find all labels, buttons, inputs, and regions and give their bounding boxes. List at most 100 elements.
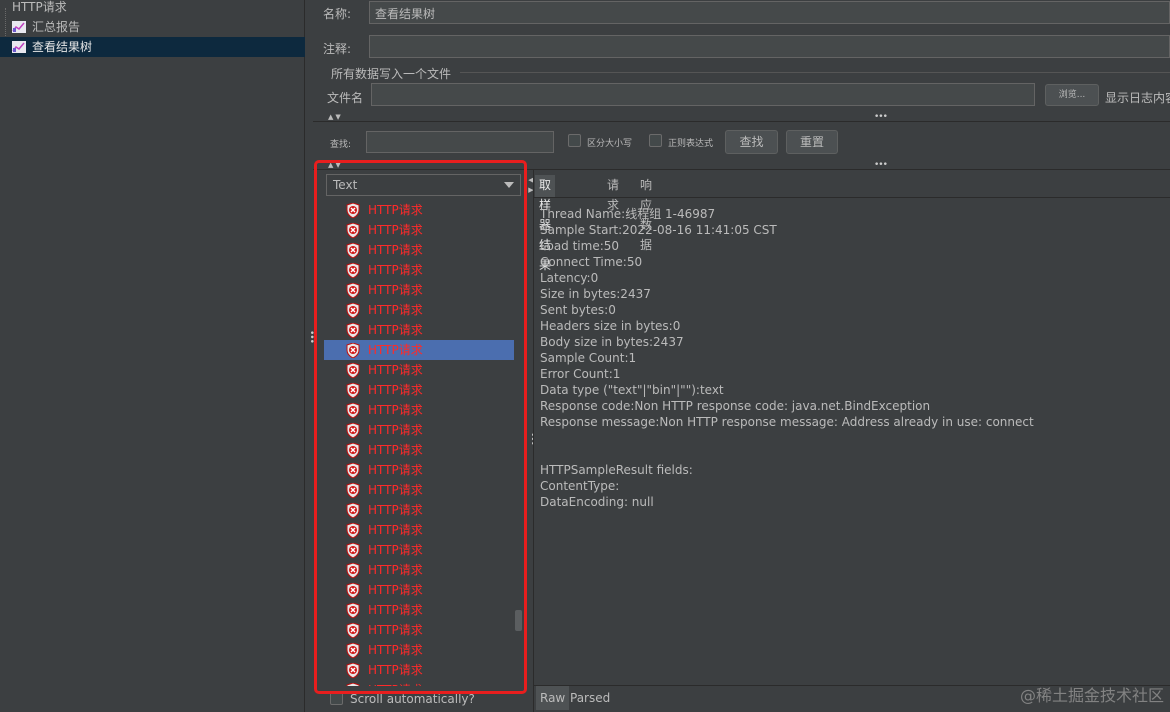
detail-line: Response message:Non HTTP response messa… <box>540 415 1034 429</box>
sample-result-label: HTTP请求 <box>368 363 423 377</box>
detail-line: Body size in bytes:2437 <box>540 335 684 349</box>
tab-request[interactable]: 请求 <box>603 175 623 212</box>
sample-result-item[interactable]: HTTP请求 <box>324 460 514 480</box>
sample-result-label: HTTP请求 <box>368 423 423 437</box>
error-shield-icon <box>346 623 360 638</box>
group-border <box>460 72 1170 73</box>
detail-line: HTTPSampleResult fields: <box>540 463 693 477</box>
detail-line: Data type ("text"|"bin"|""):text <box>540 383 724 397</box>
tab-raw[interactable]: Raw <box>536 686 570 710</box>
sample-result-label: HTTP请求 <box>368 483 423 497</box>
sample-result-item[interactable]: HTTP请求 <box>324 520 514 540</box>
sample-result-item[interactable]: HTTP请求 <box>324 420 514 440</box>
detail-line: Sent bytes:0 <box>540 303 616 317</box>
sample-result-label: HTTP请求 <box>368 223 423 237</box>
reset-button[interactable]: 重置 <box>786 130 838 154</box>
error-shield-icon <box>346 603 360 618</box>
error-shield-icon <box>346 263 360 278</box>
sample-result-label: HTTP请求 <box>368 303 423 317</box>
sample-result-item[interactable]: HTTP请求 <box>324 400 514 420</box>
sample-result-item[interactable]: HTTP请求 <box>324 640 514 660</box>
find-button[interactable]: 查找 <box>725 130 778 154</box>
collapse-arrows[interactable]: ▲▼ <box>328 113 343 121</box>
sample-result-item[interactable]: HTTP请求 <box>324 280 514 300</box>
sample-result-item[interactable]: HTTP请求 <box>324 440 514 460</box>
detail-line: Size in bytes:2437 <box>540 287 651 301</box>
sample-result-item[interactable]: HTTP请求 <box>324 680 514 686</box>
sampler-result-text: Thread Name:线程组 1-46987 Sample Start:2022… <box>540 206 1034 510</box>
sample-result-label: HTTP请求 <box>368 603 423 617</box>
detail-line: Response code:Non HTTP response code: ja… <box>540 399 931 413</box>
log-display-label: 显示日志内容 <box>1105 91 1170 105</box>
collapse-arrows[interactable]: ▲▼ <box>328 161 343 169</box>
sample-result-label: HTTP请求 <box>368 663 423 677</box>
sample-result-label: HTTP请求 <box>368 463 423 477</box>
tab-parsed[interactable]: Parsed <box>566 686 614 710</box>
chart-icon <box>12 41 26 53</box>
sample-result-label: HTTP请求 <box>368 543 423 557</box>
sample-result-item[interactable]: HTTP请求 <box>324 540 514 560</box>
browse-button[interactable]: 浏览... <box>1045 84 1099 106</box>
sample-result-label: HTTP请求 <box>368 203 423 217</box>
sample-result-label: HTTP请求 <box>368 643 423 657</box>
case-sensitive-label: 区分大小写 <box>587 139 633 149</box>
sample-result-label: HTTP请求 <box>368 383 423 397</box>
detail-line: Connect Time:50 <box>540 255 643 269</box>
error-shield-icon <box>346 383 360 398</box>
sample-result-item[interactable]: HTTP请求 <box>324 220 514 240</box>
sample-result-item[interactable]: HTTP请求 <box>324 600 514 620</box>
sample-result-list[interactable]: HTTP请求 HTTP请求 HTTP请求 HTTP请求 HTTP请求 HTTP请求 HTTP… <box>324 200 514 686</box>
error-shield-icon <box>346 543 360 558</box>
splitter-grip[interactable]: ••• <box>306 330 316 343</box>
sample-result-item[interactable]: HTTP请求 <box>324 340 514 360</box>
error-shield-icon <box>346 403 360 418</box>
tree-node-label: 查看结果树 <box>32 40 93 54</box>
sample-result-item[interactable]: HTTP请求 <box>324 300 514 320</box>
detail-line: Error Count:1 <box>540 367 621 381</box>
filename-label: 文件名 <box>327 91 364 105</box>
error-shield-icon <box>346 523 360 538</box>
sample-result-label: HTTP请求 <box>368 523 423 537</box>
error-shield-icon <box>346 303 360 318</box>
regex-checkbox[interactable] <box>649 134 662 147</box>
tab-response-data[interactable]: 响应数据 <box>636 175 656 252</box>
scroll-auto-checkbox[interactable] <box>330 692 343 705</box>
list-scrollbar-thumb[interactable] <box>515 610 522 631</box>
sample-result-item[interactable]: HTTP请求 <box>324 360 514 380</box>
name-field[interactable]: 查看结果树 <box>369 1 1170 24</box>
sample-result-item[interactable]: HTTP请求 <box>324 500 514 520</box>
detail-line: ContentType: <box>540 479 620 493</box>
divider <box>533 197 1170 198</box>
tree-node-summary-report[interactable]: 汇总报告 <box>12 17 80 37</box>
tree-node-view-results-tree[interactable]: 查看结果树 <box>0 37 305 57</box>
sample-result-item[interactable]: HTTP请求 <box>324 380 514 400</box>
search-input[interactable] <box>366 131 554 153</box>
sample-result-label: HTTP请求 <box>368 243 423 257</box>
watermark: @稀土掘金技术社区 <box>1019 686 1164 705</box>
sample-result-item[interactable]: HTTP请求 <box>324 560 514 580</box>
sample-result-item[interactable]: HTTP请求 <box>324 240 514 260</box>
sample-result-item[interactable]: HTTP请求 <box>324 320 514 340</box>
sample-result-item[interactable]: HTTP请求 <box>324 660 514 680</box>
sample-result-item[interactable]: HTTP请求 <box>324 200 514 220</box>
sample-result-item[interactable]: HTTP请求 <box>324 580 514 600</box>
sample-result-item[interactable]: HTTP请求 <box>324 480 514 500</box>
tree-node-http-request[interactable]: HTTP请求 <box>12 0 67 17</box>
detail-line: Thread Name:线程组 1-46987 <box>540 207 716 221</box>
renderer-select[interactable]: Text <box>326 174 521 196</box>
sample-result-item[interactable]: HTTP请求 <box>324 620 514 640</box>
tab-sampler-result[interactable]: 取样器结果 <box>535 175 556 272</box>
error-shield-icon <box>346 503 360 518</box>
name-label: 名称: <box>323 7 352 21</box>
detail-line: Sample Count:1 <box>540 351 637 365</box>
search-label: 查找: <box>330 140 352 150</box>
detail-line: Sample Start:2022-08-16 11:41:05 CST <box>540 223 777 237</box>
sample-result-item[interactable]: HTTP请求 <box>324 260 514 280</box>
error-shield-icon <box>346 463 360 478</box>
sample-result-label: HTTP请求 <box>368 323 423 337</box>
detail-line: DataEncoding: null <box>540 495 654 509</box>
detail-line <box>540 430 1034 446</box>
filename-field[interactable] <box>371 83 1035 106</box>
comment-field[interactable] <box>369 35 1170 58</box>
case-sensitive-checkbox[interactable] <box>568 134 581 147</box>
